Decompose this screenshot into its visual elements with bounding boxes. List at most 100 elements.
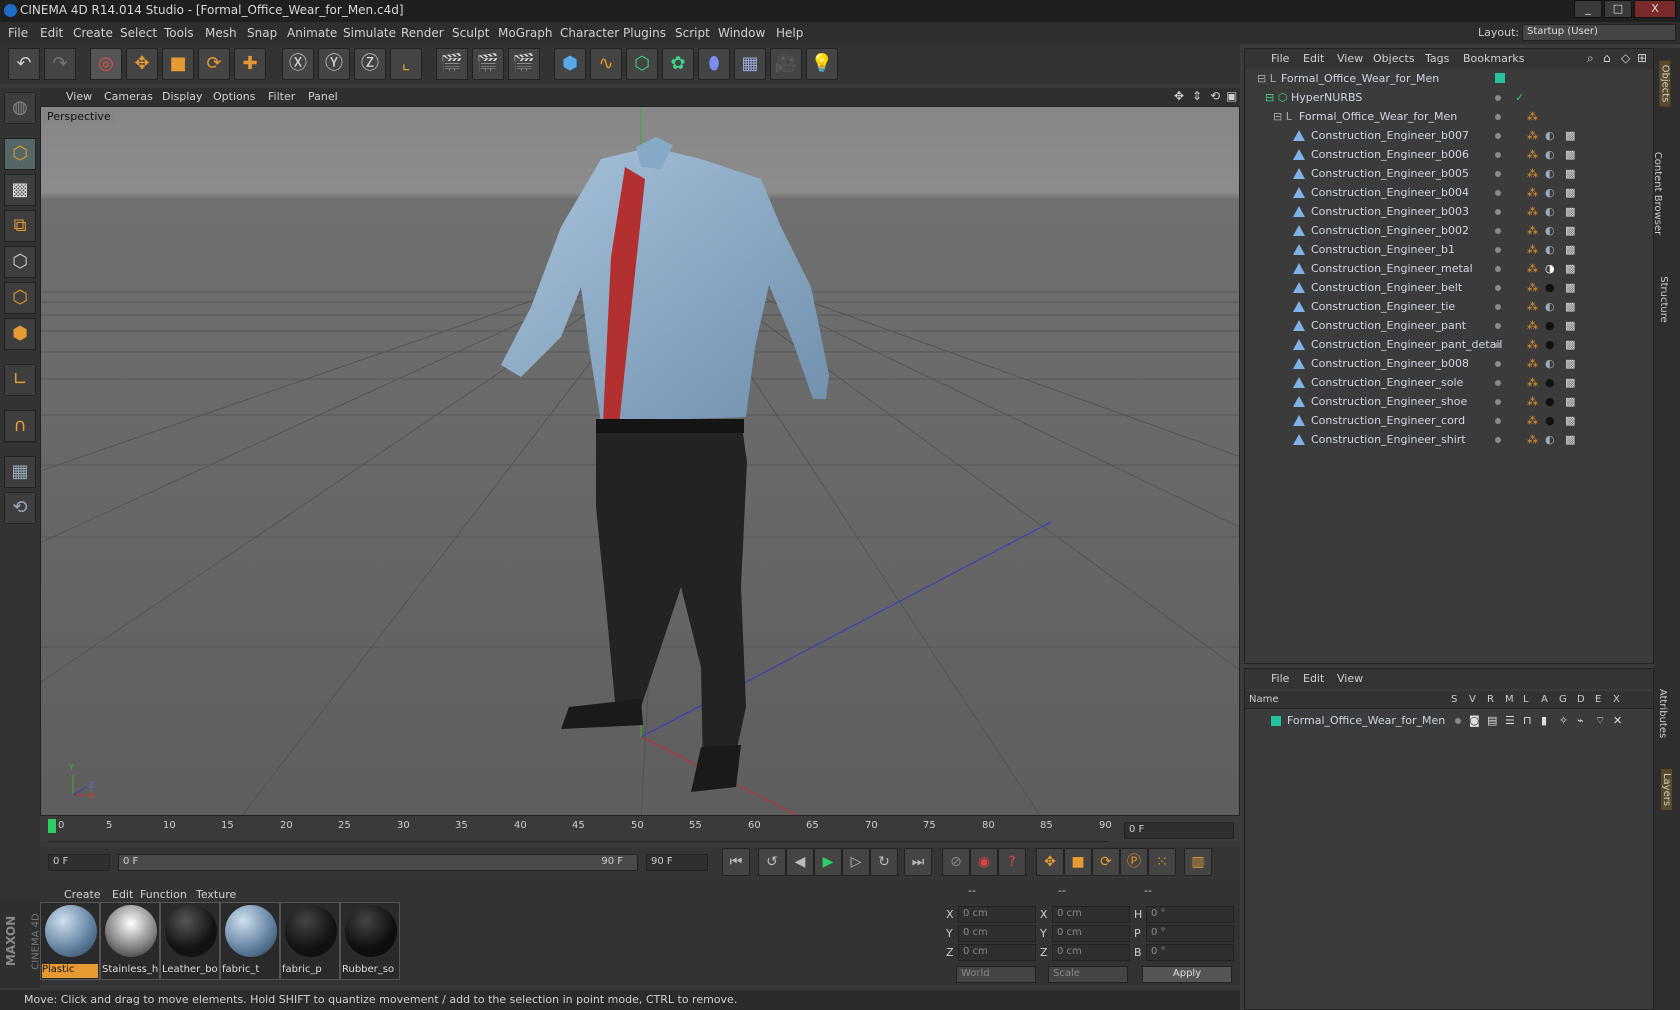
workplane-rotate-button[interactable]: ⟲ [4, 492, 36, 524]
object-row[interactable]: Construction_Engineer_shoe ⁂ ● ▩ [1245, 392, 1653, 412]
object-row[interactable]: Construction_Engineer_pant_detail ⁂ ● ▩ [1245, 335, 1653, 355]
autokey-button[interactable]: ? [998, 848, 1026, 876]
phong-tag-icon[interactable]: ⁂ [1527, 338, 1538, 351]
layer-manager-icon[interactable]: ☰ [1505, 714, 1515, 727]
objects-menu-view[interactable]: View [1337, 52, 1363, 65]
material-tag-icon[interactable]: ◐ [1545, 167, 1555, 180]
phong-tag-icon[interactable]: ⁂ [1527, 110, 1538, 123]
enabled-check-icon[interactable]: ✓ [1515, 91, 1524, 104]
material-tag-icon[interactable]: ● [1545, 319, 1555, 332]
menu-tools[interactable]: Tools [164, 26, 194, 40]
phong-tag-icon[interactable]: ⁂ [1527, 148, 1538, 161]
visibility-dot-icon[interactable] [1495, 95, 1501, 101]
visibility-dot-icon[interactable] [1495, 228, 1501, 234]
visibility-dot-icon[interactable] [1495, 209, 1501, 215]
rot-p-field[interactable]: 0 ° [1146, 925, 1234, 942]
object-row[interactable]: Construction_Engineer_pant ⁂ ● ▩ [1245, 316, 1653, 336]
menu-sculpt[interactable]: Sculpt [452, 26, 489, 40]
viewport-menu-filter[interactable]: Filter [268, 90, 295, 103]
viewport-rotate-icon[interactable]: ⟲ [1210, 89, 1220, 103]
layers-menu-view[interactable]: View [1337, 672, 1363, 685]
viewport-menu-cameras[interactable]: Cameras [104, 90, 153, 103]
keyframe-selection-button[interactable]: ⊘ [942, 848, 970, 876]
key-parameter-button[interactable]: Ⓟ [1120, 848, 1148, 876]
layer-col-view[interactable]: V [1469, 694, 1476, 705]
uvw-tag-icon[interactable]: ▩ [1565, 224, 1575, 237]
key-scale-button[interactable]: ■ [1064, 848, 1092, 876]
viewport-menu-display[interactable]: Display [162, 90, 203, 103]
move-button[interactable]: ✥ [126, 48, 158, 80]
record-button[interactable]: ◉ [970, 848, 998, 876]
layer-solo-icon[interactable] [1455, 718, 1461, 724]
pos-y-field[interactable]: 0 cm [958, 925, 1036, 942]
material-swatch[interactable]: Stainless_h [100, 902, 160, 980]
points-mode-button[interactable]: ⬡ [4, 246, 36, 278]
play-button[interactable]: ▶ [814, 848, 842, 876]
object-row[interactable]: Construction_Engineer_shirt ⁂ ◐ ▩ [1245, 430, 1653, 450]
tab-structure[interactable]: Structure [1658, 276, 1669, 323]
menu-file[interactable]: File [8, 26, 28, 40]
scale-button[interactable]: ■ [162, 48, 194, 80]
render-view-button[interactable]: 🎬 [436, 48, 468, 80]
size-x-field[interactable]: 0 cm [1052, 906, 1130, 923]
menu-script[interactable]: Script [675, 26, 710, 40]
material-tag-icon[interactable]: ◐ [1545, 224, 1555, 237]
size-y-field[interactable]: 0 cm [1052, 925, 1130, 942]
layer-col-expressions[interactable]: E [1595, 694, 1601, 705]
rotate-button[interactable]: ⟳ [198, 48, 230, 80]
objects-menu-file[interactable]: File [1271, 52, 1289, 65]
menu-animate[interactable]: Animate [287, 26, 337, 40]
layer-view-icon[interactable]: ◙ [1469, 714, 1480, 727]
viewport-maximize-icon[interactable]: ▣ [1226, 89, 1237, 103]
next-key-button[interactable]: ↻ [870, 848, 898, 876]
phong-tag-icon[interactable]: ⁂ [1527, 395, 1538, 408]
material-tag-icon[interactable]: ◐ [1545, 357, 1555, 370]
edges-mode-button[interactable]: ⬡ [4, 282, 36, 314]
layer-col-locked[interactable]: L [1523, 694, 1529, 705]
object-row[interactable]: Construction_Engineer_b003 ⁂ ◐ ▩ [1245, 202, 1653, 222]
menu-edit[interactable]: Edit [40, 26, 63, 40]
uvw-tag-icon[interactable]: ▩ [1565, 414, 1575, 427]
tab-content-browser[interactable]: Content Browser [1652, 152, 1663, 235]
viewport-move-icon[interactable]: ✥ [1174, 89, 1184, 103]
home-icon[interactable]: ⌂ [1603, 51, 1611, 65]
uvw-tag-icon[interactable]: ▩ [1565, 319, 1575, 332]
timeline-ruler[interactable]: 0 5 10 15 20 25 30 35 40 45 50 55 60 65 … [40, 816, 1240, 846]
viewport-zoom-icon[interactable]: ⇕ [1192, 89, 1202, 103]
phong-tag-icon[interactable]: ⁂ [1527, 262, 1538, 275]
size-z-field[interactable]: 0 cm [1052, 944, 1130, 961]
visibility-dot-icon[interactable] [1495, 247, 1501, 253]
material-swatch[interactable]: fabric_t [220, 902, 280, 980]
pos-x-field[interactable]: 0 cm [958, 906, 1036, 923]
filter-icon[interactable]: ◇ [1621, 51, 1630, 65]
next-frame-button[interactable]: ▷ [842, 848, 870, 876]
menu-render[interactable]: Render [401, 26, 444, 40]
make-editable-button[interactable]: ◍ [4, 92, 36, 124]
material-tag-icon[interactable]: ● [1545, 338, 1555, 351]
layer-row[interactable]: Formal_Office_Wear_for_Men ◙ ▤ ☰ ⊓ ▮ ✧ ⌁… [1245, 711, 1653, 731]
tab-layers[interactable]: Layers [1661, 768, 1673, 811]
layer-col-solo[interactable]: S [1451, 694, 1457, 705]
layer-col-render[interactable]: R [1487, 694, 1494, 705]
add-camera-button[interactable]: 🎥 [770, 48, 802, 80]
apply-button[interactable]: Apply [1142, 966, 1232, 983]
menu-select[interactable]: Select [120, 26, 157, 40]
live-selection-button[interactable]: ◎ [90, 48, 122, 80]
object-row[interactable]: Construction_Engineer_belt ⁂ ● ▩ [1245, 278, 1653, 298]
uvw-tag-icon[interactable]: ▩ [1565, 186, 1575, 199]
objects-menu-tags[interactable]: Tags [1425, 52, 1449, 65]
material-tag-icon[interactable]: ● [1545, 376, 1555, 389]
menu-help[interactable]: Help [776, 26, 803, 40]
material-tag-icon[interactable]: ◐ [1545, 433, 1555, 446]
menu-snap[interactable]: Snap [247, 26, 277, 40]
phong-tag-icon[interactable]: ⁂ [1527, 376, 1538, 389]
previous-frame-button[interactable]: ◀ [786, 848, 814, 876]
menu-window[interactable]: Window [718, 26, 765, 40]
material-tag-icon[interactable]: ● [1545, 414, 1555, 427]
pos-z-field[interactable]: 0 cm [958, 944, 1036, 961]
coordinate-system-button[interactable]: ⌞ [390, 48, 422, 80]
y-axis-button[interactable]: Ⓨ [318, 48, 350, 80]
uvw-tag-icon[interactable]: ▩ [1565, 357, 1575, 370]
x-axis-button[interactable]: Ⓧ [282, 48, 314, 80]
material-menu-edit[interactable]: Edit [112, 888, 133, 901]
